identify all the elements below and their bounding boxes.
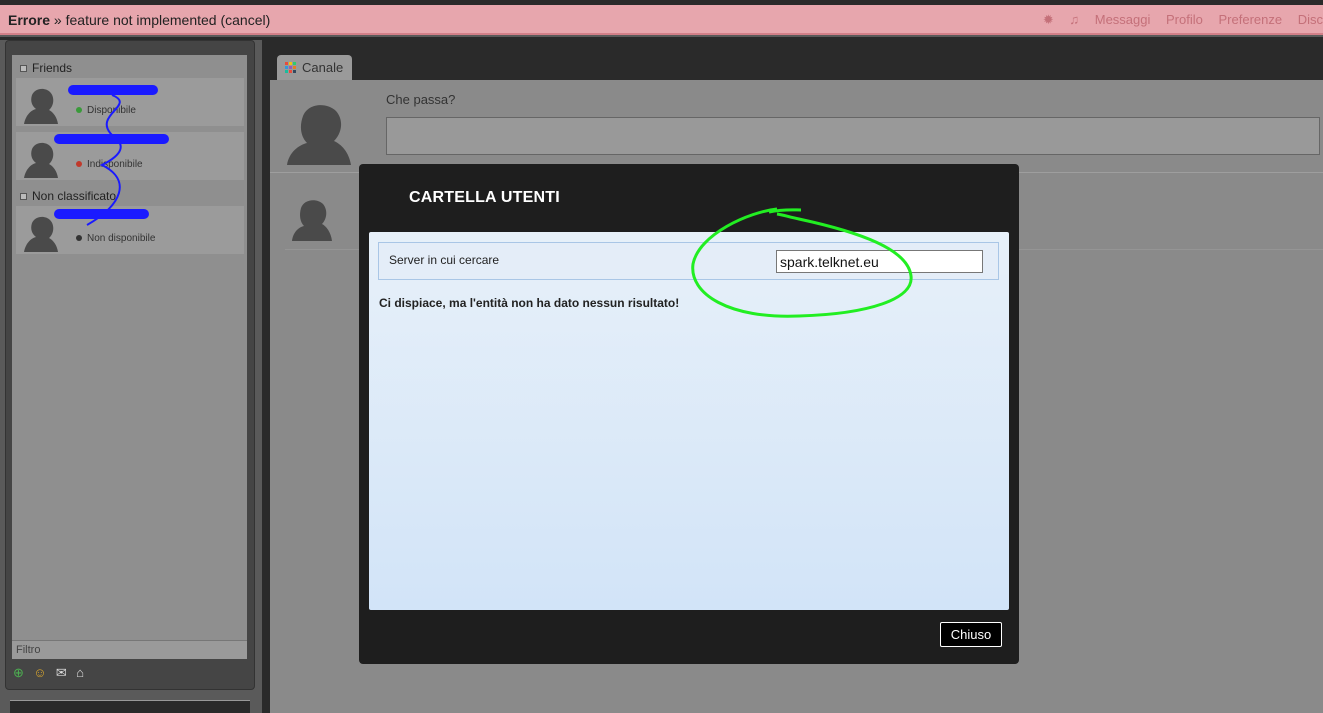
- menu-disconnect[interactable]: Disc: [1298, 12, 1323, 27]
- close-button[interactable]: Chiuso: [940, 622, 1002, 647]
- menu-preferences[interactable]: Preferenze: [1219, 12, 1283, 27]
- error-message: Errore » feature not implemented (cancel…: [8, 12, 270, 28]
- tab-channel[interactable]: Canale: [277, 55, 352, 81]
- error-separator: »: [53, 12, 62, 28]
- avatar-silhouette-icon: [292, 200, 332, 241]
- chat-icon[interactable]: ✉: [56, 665, 67, 681]
- error-bar: Errore » feature not implemented (cancel…: [0, 5, 1323, 35]
- menu-messages[interactable]: Messaggi: [1095, 12, 1151, 27]
- error-text[interactable]: feature not implemented (cancel): [66, 12, 271, 28]
- no-result-message: Ci dispiace, ma l'entità non ha dato nes…: [379, 296, 680, 310]
- avatar-silhouette-icon: [24, 88, 58, 124]
- search-server-label: Server in cui cercare: [389, 253, 500, 267]
- roster-bottom-panel: [10, 700, 250, 713]
- user-directory-dialog: CARTELLA UTENTI Server in cui cercare Ci…: [359, 164, 1019, 664]
- compose-label: Che passa?: [386, 92, 456, 107]
- search-server-input[interactable]: [776, 250, 983, 273]
- tag-icon[interactable]: ⌂: [76, 665, 84, 680]
- tab-label: Canale: [302, 60, 344, 75]
- group-title-friends[interactable]: Friends: [20, 61, 72, 75]
- add-contact-icon[interactable]: ⊕: [13, 665, 24, 681]
- error-label: Errore: [8, 12, 51, 28]
- sound-icon[interactable]: ♫: [1069, 12, 1079, 27]
- avatar-silhouette-icon: [287, 105, 351, 165]
- avatar-silhouette-icon: [24, 142, 58, 178]
- top-menu: ✹ ♫ Messaggi Profilo Preferenze Disc: [1031, 12, 1323, 28]
- menu-profile[interactable]: Profilo: [1166, 12, 1203, 27]
- avatar-silhouette-icon: [24, 216, 58, 252]
- dialog-title: CARTELLA UTENTI: [409, 189, 560, 206]
- roster-list: Friends Disponibile Indisponibile Non cl…: [12, 55, 247, 658]
- settings-icon[interactable]: ✹: [1043, 12, 1054, 27]
- roster-filter-input[interactable]: Filtro: [12, 640, 247, 659]
- redaction-connector: [86, 94, 122, 226]
- dialog-body: Server in cui cercare Ci dispiace, ma l'…: [369, 232, 1009, 610]
- grid-icon: [285, 62, 296, 73]
- roster-toolbar: ⊕ ☺ ✉ ⌂: [13, 665, 90, 683]
- status-dot-icon: [76, 235, 82, 242]
- group-toggle-icon: [20, 193, 27, 201]
- users-icon[interactable]: ☺: [33, 665, 46, 680]
- group-toggle-icon: [20, 65, 27, 73]
- search-server-row: Server in cui cercare: [378, 242, 999, 280]
- compose-input[interactable]: [386, 117, 1320, 155]
